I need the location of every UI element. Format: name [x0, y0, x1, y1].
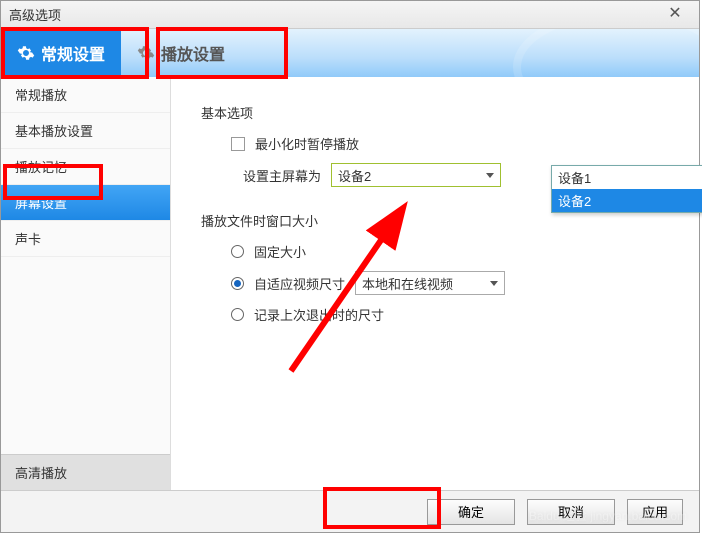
- titlebar: 高级选项 ✕: [1, 1, 699, 29]
- tab-playback-settings[interactable]: 播放设置: [121, 29, 241, 77]
- dialog-body: 常规播放 基本播放设置 播放记忆 屏幕设置 声卡 高清播放 基本选项 最小化时暂…: [1, 77, 699, 490]
- main-screen-select[interactable]: 设备2: [331, 163, 501, 187]
- gear-play-icon: [137, 44, 155, 62]
- close-button[interactable]: ✕: [655, 3, 695, 23]
- minimize-pause-checkbox[interactable]: [231, 137, 245, 151]
- dropdown-option-device2[interactable]: 设备2: [552, 189, 702, 212]
- record-last-label: 记录上次退出时的尺寸: [254, 305, 384, 324]
- gear-icon: [17, 44, 35, 62]
- record-last-radio[interactable]: [231, 308, 244, 321]
- section-basic-options: 基本选项: [201, 103, 669, 122]
- sidebar-item-normal-playback[interactable]: 常规播放: [1, 77, 170, 113]
- tab-label: 常规设置: [41, 41, 105, 65]
- window-title: 高级选项: [9, 5, 61, 24]
- main-screen-value: 设备2: [338, 166, 371, 185]
- adaptive-label: 自适应视频尺寸: [254, 274, 345, 293]
- sidebar-item-sound-card[interactable]: 声卡: [1, 221, 170, 257]
- content-panel: 基本选项 最小化时暂停播放 设置主屏幕为 设备2 播放文件时窗口大小 固定大小 …: [171, 77, 699, 490]
- sidebar-item-hd-playback[interactable]: 高清播放: [1, 454, 170, 490]
- chevron-down-icon: [490, 281, 498, 286]
- section-window-size: 播放文件时窗口大小: [201, 211, 669, 230]
- sidebar-item-playback-memory[interactable]: 播放记忆: [1, 149, 170, 185]
- sidebar-item-screen-settings[interactable]: 屏幕设置: [1, 185, 170, 221]
- main-screen-label: 设置主屏幕为: [201, 166, 321, 185]
- adaptive-scope-value: 本地和在线视频: [362, 274, 453, 293]
- tabbar: 常规设置 播放设置: [1, 29, 699, 77]
- tab-general-settings[interactable]: 常规设置: [1, 29, 121, 77]
- adaptive-scope-select[interactable]: 本地和在线视频: [355, 271, 505, 295]
- sidebar-item-basic-playback[interactable]: 基本播放设置: [1, 113, 170, 149]
- minimize-pause-label: 最小化时暂停播放: [255, 134, 359, 153]
- main-screen-dropdown: 设备1 设备2: [551, 165, 702, 213]
- chevron-down-icon: [486, 173, 494, 178]
- watermark: Baidu 经验 jingyan.baidu.com: [529, 507, 687, 524]
- sidebar-spacer: [1, 257, 170, 454]
- sidebar: 常规播放 基本播放设置 播放记忆 屏幕设置 声卡 高清播放: [1, 77, 171, 490]
- dropdown-option-device1[interactable]: 设备1: [552, 166, 702, 189]
- dialog-window: 高级选项 ✕ 常规设置 播放设置 常规播放 基本播放设置 播放记忆 屏幕设置 声…: [0, 0, 700, 533]
- tab-label: 播放设置: [161, 41, 225, 65]
- ok-button[interactable]: 确定: [427, 499, 515, 525]
- adaptive-radio[interactable]: [231, 277, 244, 290]
- fixed-size-radio[interactable]: [231, 245, 244, 258]
- fixed-size-label: 固定大小: [254, 242, 306, 261]
